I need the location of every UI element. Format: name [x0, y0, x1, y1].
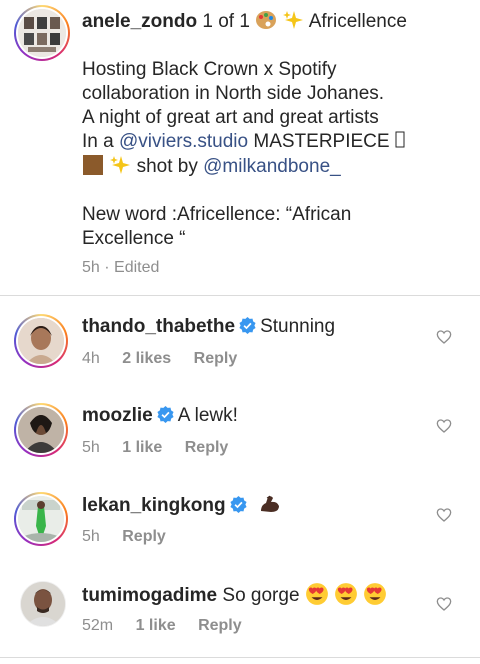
comment-item: thando_thabethe Stunning 4h 2 likes Reply [0, 296, 480, 385]
like-heart-icon[interactable] [436, 418, 452, 434]
caption-line-3: A night of great art and great artists [82, 107, 379, 128]
caption-text: anele_zondo 1 of 1 Africellence Hosting … [82, 9, 472, 251]
caption-line-1: Hosting Black Crown x Spotify [82, 59, 337, 80]
comment-time: 5h [82, 528, 100, 545]
mention-milkandbone[interactable]: @milkandbone_ [203, 156, 341, 177]
comment-item: lekan_kingkong 5h Reply [0, 474, 480, 563]
caption-line-2: collaboration in North side Johanes. [82, 83, 385, 104]
sparkles-emoji-icon [282, 11, 308, 32]
comment-username[interactable]: tumimogadime [82, 585, 217, 606]
comment-time: 5h [82, 439, 100, 456]
reply-button[interactable]: Reply [194, 350, 238, 367]
comment-time: 4h [82, 350, 100, 367]
verified-badge-icon [153, 405, 178, 426]
comment-line: lekan_kingkong [82, 493, 282, 518]
mention-viviers-studio[interactable]: @viviers.studio [119, 131, 248, 152]
comment-likes[interactable]: 2 likes [122, 350, 171, 367]
caption-line-4-suffix: MASTERPIECE [253, 131, 390, 152]
heart-eyes-emoji-icon [305, 583, 334, 606]
caption-line-4-prefix: In a [82, 131, 114, 152]
comment-meta: 52m 1 like Reply [82, 617, 260, 635]
caption-meta: 5h · Edited [82, 259, 159, 277]
like-heart-icon[interactable] [436, 507, 452, 523]
caption-line-6: New word :Africellence: “African [82, 204, 352, 225]
flexed-biceps-emoji-icon [256, 495, 282, 516]
reply-button[interactable]: Reply [185, 439, 229, 456]
caption-line-7: Excellence “ [82, 228, 186, 249]
post-counter: 1 of 1 [202, 11, 250, 32]
unknown-glyph-icon [395, 131, 405, 152]
comment-username[interactable]: moozlie [82, 405, 153, 426]
palette-emoji-icon [255, 11, 282, 32]
comment-line: thando_thabethe Stunning [82, 315, 335, 339]
reply-button[interactable]: Reply [122, 528, 166, 545]
heart-eyes-emoji-icon [334, 583, 363, 606]
comment-text: So gorge [222, 585, 300, 606]
caption-line-5-mid: shot by [136, 156, 198, 177]
comment-meta: 5h 1 like Reply [82, 439, 246, 457]
caption-hashtag: Africellence [308, 11, 407, 32]
comment-meta: 4h 2 likes Reply [82, 350, 255, 368]
comment-line: tumimogadime So gorge [82, 582, 387, 608]
avatar[interactable] [14, 314, 68, 368]
comment-likes[interactable]: 1 like [136, 617, 176, 634]
avatar[interactable] [20, 581, 66, 627]
comment-item: tumimogadime So gorge 52m 1 like Reply [0, 563, 480, 652]
comment-time: 52m [82, 617, 114, 634]
author-username[interactable]: anele_zondo [82, 11, 197, 32]
post-caption: anele_zondo 1 of 1 Africellence Hosting … [0, 0, 480, 296]
comment-username[interactable]: lekan_kingkong [82, 495, 226, 516]
caption-time: 5h [82, 259, 100, 276]
comment-text: A lewk! [177, 405, 238, 426]
reply-button[interactable]: Reply [198, 617, 242, 634]
avatar[interactable] [14, 403, 68, 457]
author-avatar[interactable] [14, 5, 70, 61]
like-heart-icon[interactable] [436, 596, 452, 612]
avatar[interactable] [14, 492, 68, 546]
comment-username[interactable]: thando_thabethe [82, 316, 235, 337]
comment-likes[interactable]: 1 like [122, 439, 162, 456]
comment-meta: 5h Reply [82, 528, 184, 546]
like-heart-icon[interactable] [436, 329, 452, 345]
heart-eyes-emoji-icon [363, 583, 387, 606]
verified-badge-icon [226, 495, 251, 516]
divider [0, 657, 480, 658]
comment-line: moozlie A lewk! [82, 404, 238, 428]
comment-text: Stunning [260, 316, 336, 337]
verified-badge-icon [235, 316, 260, 337]
brown-square-emoji-icon [82, 155, 109, 177]
caption-edited: · Edited [104, 259, 160, 276]
sparkles-emoji-icon [109, 156, 136, 177]
comment-item: moozlie A lewk! 5h 1 like Reply [0, 385, 480, 474]
